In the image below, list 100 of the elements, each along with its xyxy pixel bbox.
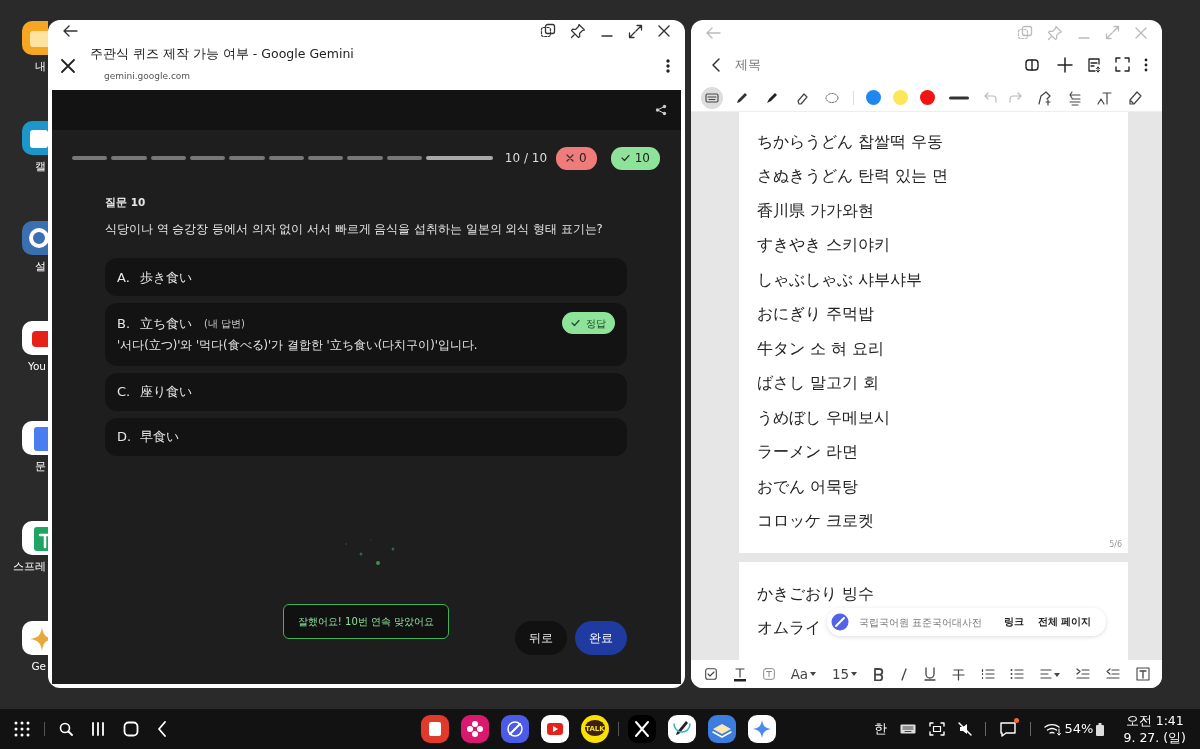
bullet-list-icon[interactable] [1010,668,1025,680]
clock-time: 오전 1:41 [1125,712,1184,729]
battery-percent: 54% [1064,720,1094,739]
clock-date: 9. 27. (일) [1123,729,1186,746]
pen-note-app-icon[interactable] [668,715,696,743]
check-icon [571,319,580,328]
answer-option[interactable]: C. 座り食い [105,372,627,411]
text-frame-icon[interactable] [1135,667,1150,681]
screen-capture-icon[interactable] [928,722,945,736]
input-language[interactable]: 한 [873,719,887,739]
wrong-count: 0 [556,146,597,170]
more-icon[interactable] [1144,57,1148,72]
align-dropdown-icon[interactable] [1040,668,1061,680]
text-align-icon[interactable] [1067,89,1083,106]
option-letter: B. [117,314,132,333]
question-label: 질문 10 [105,195,146,210]
app-icon[interactable] [22,421,48,455]
video-app-icon[interactable] [541,715,569,743]
app-icon[interactable] [22,221,48,255]
popup-view-icon[interactable] [540,23,556,39]
app-icon[interactable] [22,21,48,55]
text-tool-icon[interactable] [1097,89,1113,106]
popup-action[interactable]: 전체 페이지 [1038,615,1092,630]
note-line: すきやき 스키야키 [757,235,890,257]
toast-message: 잘했어요! 10번 연속 맞았어요 [282,604,450,639]
browser-icon [831,613,849,632]
document-icon[interactable] [1087,56,1101,73]
done-button[interactable]: 완료 [575,621,627,655]
mute-icon[interactable] [957,722,972,736]
text-box-icon[interactable] [762,668,775,680]
app-icon[interactable] [22,121,48,155]
note-title: 제목 [735,56,761,74]
app-icon[interactable] [22,321,48,355]
recent-apps-icon[interactable] [91,722,105,736]
color-swatch[interactable] [920,90,935,106]
caret-icon [851,672,858,676]
more-icon[interactable] [665,58,671,74]
app-grid-icon[interactable] [14,721,30,737]
question-counter: 10 / 10 [504,150,548,167]
popup-action[interactable]: 링크 [1004,615,1025,630]
message-icon[interactable] [998,720,1017,738]
answer-option[interactable]: B. 立ち食い (내 답변) 정답 '서다(立つ)'와 '먹다(食べる)'가 결합한 '立ち食い(다치구이)'입니다. [105,303,627,366]
strikethrough-icon[interactable] [951,667,965,681]
underline-icon[interactable] [923,667,936,681]
page-url: gemini.google.com [104,70,191,83]
fullscreen-icon[interactable] [1115,57,1130,73]
note-line: さぬきうどん 탄력 있는 면 [757,166,948,188]
add-icon[interactable] [1057,56,1073,73]
wifi-icon [1043,722,1062,736]
note-line: コロッケ 크로켓 [757,511,874,533]
back-icon[interactable] [62,24,78,38]
size-dropdown[interactable]: 15 [832,663,858,685]
color-swatch[interactable] [866,90,881,106]
star-app-icon[interactable] [748,715,776,743]
check-icon [620,154,630,162]
shape-icon[interactable] [1037,89,1053,106]
note-line: 香川県 가가와현 [757,200,874,222]
my-answer-note: (내 답변) [204,316,245,331]
share-icon[interactable] [655,104,667,116]
note-line: かきごおり 빙수 [757,583,874,605]
outdent-icon[interactable] [1106,668,1121,680]
keyboard-icon[interactable] [899,724,916,734]
option-text: 歩き食い [140,268,192,287]
app-label: 내 [35,59,46,74]
back-icon[interactable] [711,56,721,73]
numbered-list-icon[interactable] [980,668,995,680]
book-view-icon[interactable] [1025,57,1039,72]
x-app-icon[interactable] [628,715,656,743]
notes-app-icon[interactable] [421,715,449,743]
tag-icon[interactable] [1127,89,1143,106]
browser-app-icon[interactable] [501,715,529,743]
bold-icon[interactable] [873,667,885,681]
app-icon[interactable] [22,621,48,655]
note-line: ちからうどん 찹쌀떡 우동 [757,131,943,153]
answer-option[interactable]: D. 早食い [105,417,627,456]
close-icon[interactable] [60,58,76,74]
option-text: 立ち食い [140,314,192,333]
back-button[interactable]: 뒤로 [515,621,567,655]
app-icon[interactable] [22,521,48,555]
italic-icon[interactable] [899,667,908,681]
font-dropdown[interactable]: Aa [790,663,817,685]
maximize-icon[interactable] [628,23,643,39]
option-text: 座り食い [140,382,192,401]
search-icon[interactable] [59,722,73,736]
right-count: 10 [610,146,660,170]
note-line: しゃぶしゃぶ 샤부샤부 [757,269,922,291]
checkbox-icon[interactable] [705,668,717,680]
indent-icon[interactable] [1076,668,1091,680]
home-icon[interactable] [123,721,139,737]
answer-explanation: '서다(立つ)'와 '먹다(食べる)'가 결합한 '立ち食い(다치구이)'입니다. [117,337,479,355]
app-label: 스프레 [13,559,46,574]
pin-icon[interactable] [570,23,586,39]
flower-app-icon[interactable] [461,715,489,743]
color-swatch[interactable] [893,90,908,106]
option-letter: D. [117,427,133,446]
stack-app-icon[interactable] [708,715,736,743]
close-icon[interactable] [657,24,671,38]
line-width-icon[interactable] [949,94,969,101]
text-color-icon[interactable] [732,666,747,682]
answer-option[interactable]: A. 歩き食い [105,258,627,297]
